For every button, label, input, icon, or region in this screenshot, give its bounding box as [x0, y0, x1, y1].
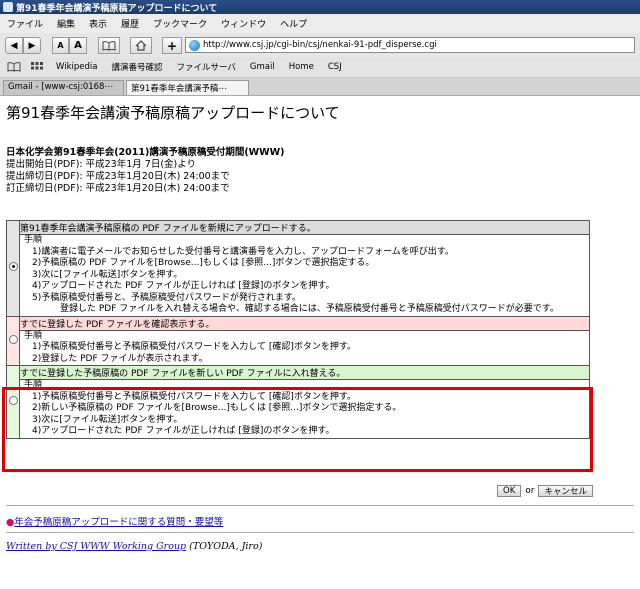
- plus-icon: +: [166, 38, 178, 53]
- back-arrow-icon: ◀: [10, 40, 18, 51]
- window-titlebar: 第91春季年会講演予稿原稿アップロードについて: [0, 0, 640, 14]
- home-button[interactable]: [130, 37, 152, 54]
- form-actions: OK or キャンセル: [497, 485, 593, 497]
- site-globe-icon: [189, 39, 200, 51]
- font-larger-button[interactable]: A: [69, 37, 87, 54]
- page-content: 第91春季年会講演予稿原稿アップロードについて 日本化学会第91春季年会(201…: [0, 96, 640, 589]
- bookmark-lecture-number[interactable]: 講演番号確認: [111, 61, 162, 73]
- cancel-button[interactable]: キャンセル: [538, 485, 593, 497]
- bookmarks-bar: Wikipedia 講演番号確認 ファイルサーバ Gmail Home CSJ: [0, 57, 640, 78]
- faq-link[interactable]: 年会予稿原稿アップロードに関する質問・要望等: [14, 517, 223, 528]
- show-bookmarks-button[interactable]: [98, 37, 120, 54]
- bookmark-home[interactable]: Home: [289, 62, 314, 72]
- app-icon: [3, 2, 13, 12]
- menu-view[interactable]: 表示: [89, 17, 107, 30]
- menu-history[interactable]: 履歴: [121, 17, 139, 30]
- bookmark-file-server[interactable]: ファイルサーバ: [176, 61, 235, 73]
- add-bookmark-button[interactable]: +: [162, 37, 182, 54]
- credit-author: (TOYODA, Jiro): [186, 541, 263, 552]
- option-new-steps: 手順 1)講演者に電子メールでお知らせした受付番号と講演番号を入力し、アップロー…: [19, 234, 590, 317]
- menu-bookmarks[interactable]: ブックマーク: [153, 17, 207, 30]
- credit-line: Written by CSJ WWW Working Group (TOYODA…: [6, 541, 262, 552]
- option-new-heading: 第91春季年会講演予稿原稿の PDF ファイルを新規にアップロードする。: [19, 220, 590, 235]
- page-title: 第91春季年会講演予稿原稿アップロードについて: [6, 104, 340, 122]
- menu-bar: ファイル 編集 表示 履歴 ブックマーク ウィンドウ ヘルプ: [0, 14, 640, 34]
- tab-current-page[interactable]: 第91春季年会講演予稿⋯: [126, 80, 249, 95]
- font-smaller-button[interactable]: A: [52, 37, 69, 54]
- divider: [6, 505, 634, 506]
- bookmark-wikipedia[interactable]: Wikipedia: [56, 62, 97, 72]
- faq-line: ●年会予稿原稿アップロードに関する質問・要望等: [6, 514, 223, 528]
- menu-file[interactable]: ファイル: [7, 17, 43, 30]
- option-confirm-radio[interactable]: [8, 334, 18, 344]
- forward-button[interactable]: ▶: [23, 37, 41, 54]
- grid-icon[interactable]: [31, 62, 43, 72]
- bookmark-gmail[interactable]: Gmail: [250, 62, 275, 72]
- tab-gmail[interactable]: Gmail - [www-csj:0168⋯: [3, 80, 124, 95]
- forward-arrow-icon: ▶: [28, 40, 36, 51]
- option-confirm-radio-cell[interactable]: [6, 315, 20, 366]
- url-text: http://www.csj.jp/cgi-bin/csj/nenkai-91-…: [203, 40, 437, 50]
- option-new-radio-cell[interactable]: [6, 220, 20, 317]
- bookmark-csj[interactable]: CSJ: [328, 62, 342, 72]
- menu-window[interactable]: ウィンドウ: [221, 17, 266, 30]
- home-icon: [135, 40, 147, 51]
- tab-bar: Gmail - [www-csj:0168⋯ 第91春季年会講演予稿⋯: [0, 78, 640, 96]
- url-field[interactable]: http://www.csj.jp/cgi-bin/csj/nenkai-91-…: [185, 37, 635, 53]
- credit-link[interactable]: Written by CSJ WWW Working Group: [6, 541, 186, 552]
- red-highlight-box: [2, 387, 593, 472]
- open-book-icon: [102, 40, 116, 51]
- or-text: or: [525, 486, 535, 496]
- ok-button[interactable]: OK: [497, 485, 522, 497]
- option-confirm-heading: すでに登録した PDF ファイルを確認表示する。: [19, 315, 590, 331]
- menu-help[interactable]: ヘルプ: [280, 17, 307, 30]
- period-correction: 訂正締切日(PDF): 平成23年1月20日(木) 24:00まで: [6, 183, 230, 194]
- menu-edit[interactable]: 編集: [57, 17, 75, 30]
- open-book-icon[interactable]: [7, 62, 21, 72]
- option-confirm-steps: 手順 1)予稿原稿受付番号と予稿原稿受付パスワードを入力して [確認]ボタンを押…: [19, 329, 590, 366]
- option-new-radio[interactable]: [8, 262, 18, 272]
- window-title: 第91春季年会講演予稿原稿アップロードについて: [16, 3, 218, 14]
- divider: [6, 532, 634, 533]
- back-button[interactable]: ◀: [5, 37, 23, 54]
- option-replace-heading: すでに登録した予稿原稿の PDF ファイルを新しい PDF ファイルに入れ替える…: [19, 365, 590, 380]
